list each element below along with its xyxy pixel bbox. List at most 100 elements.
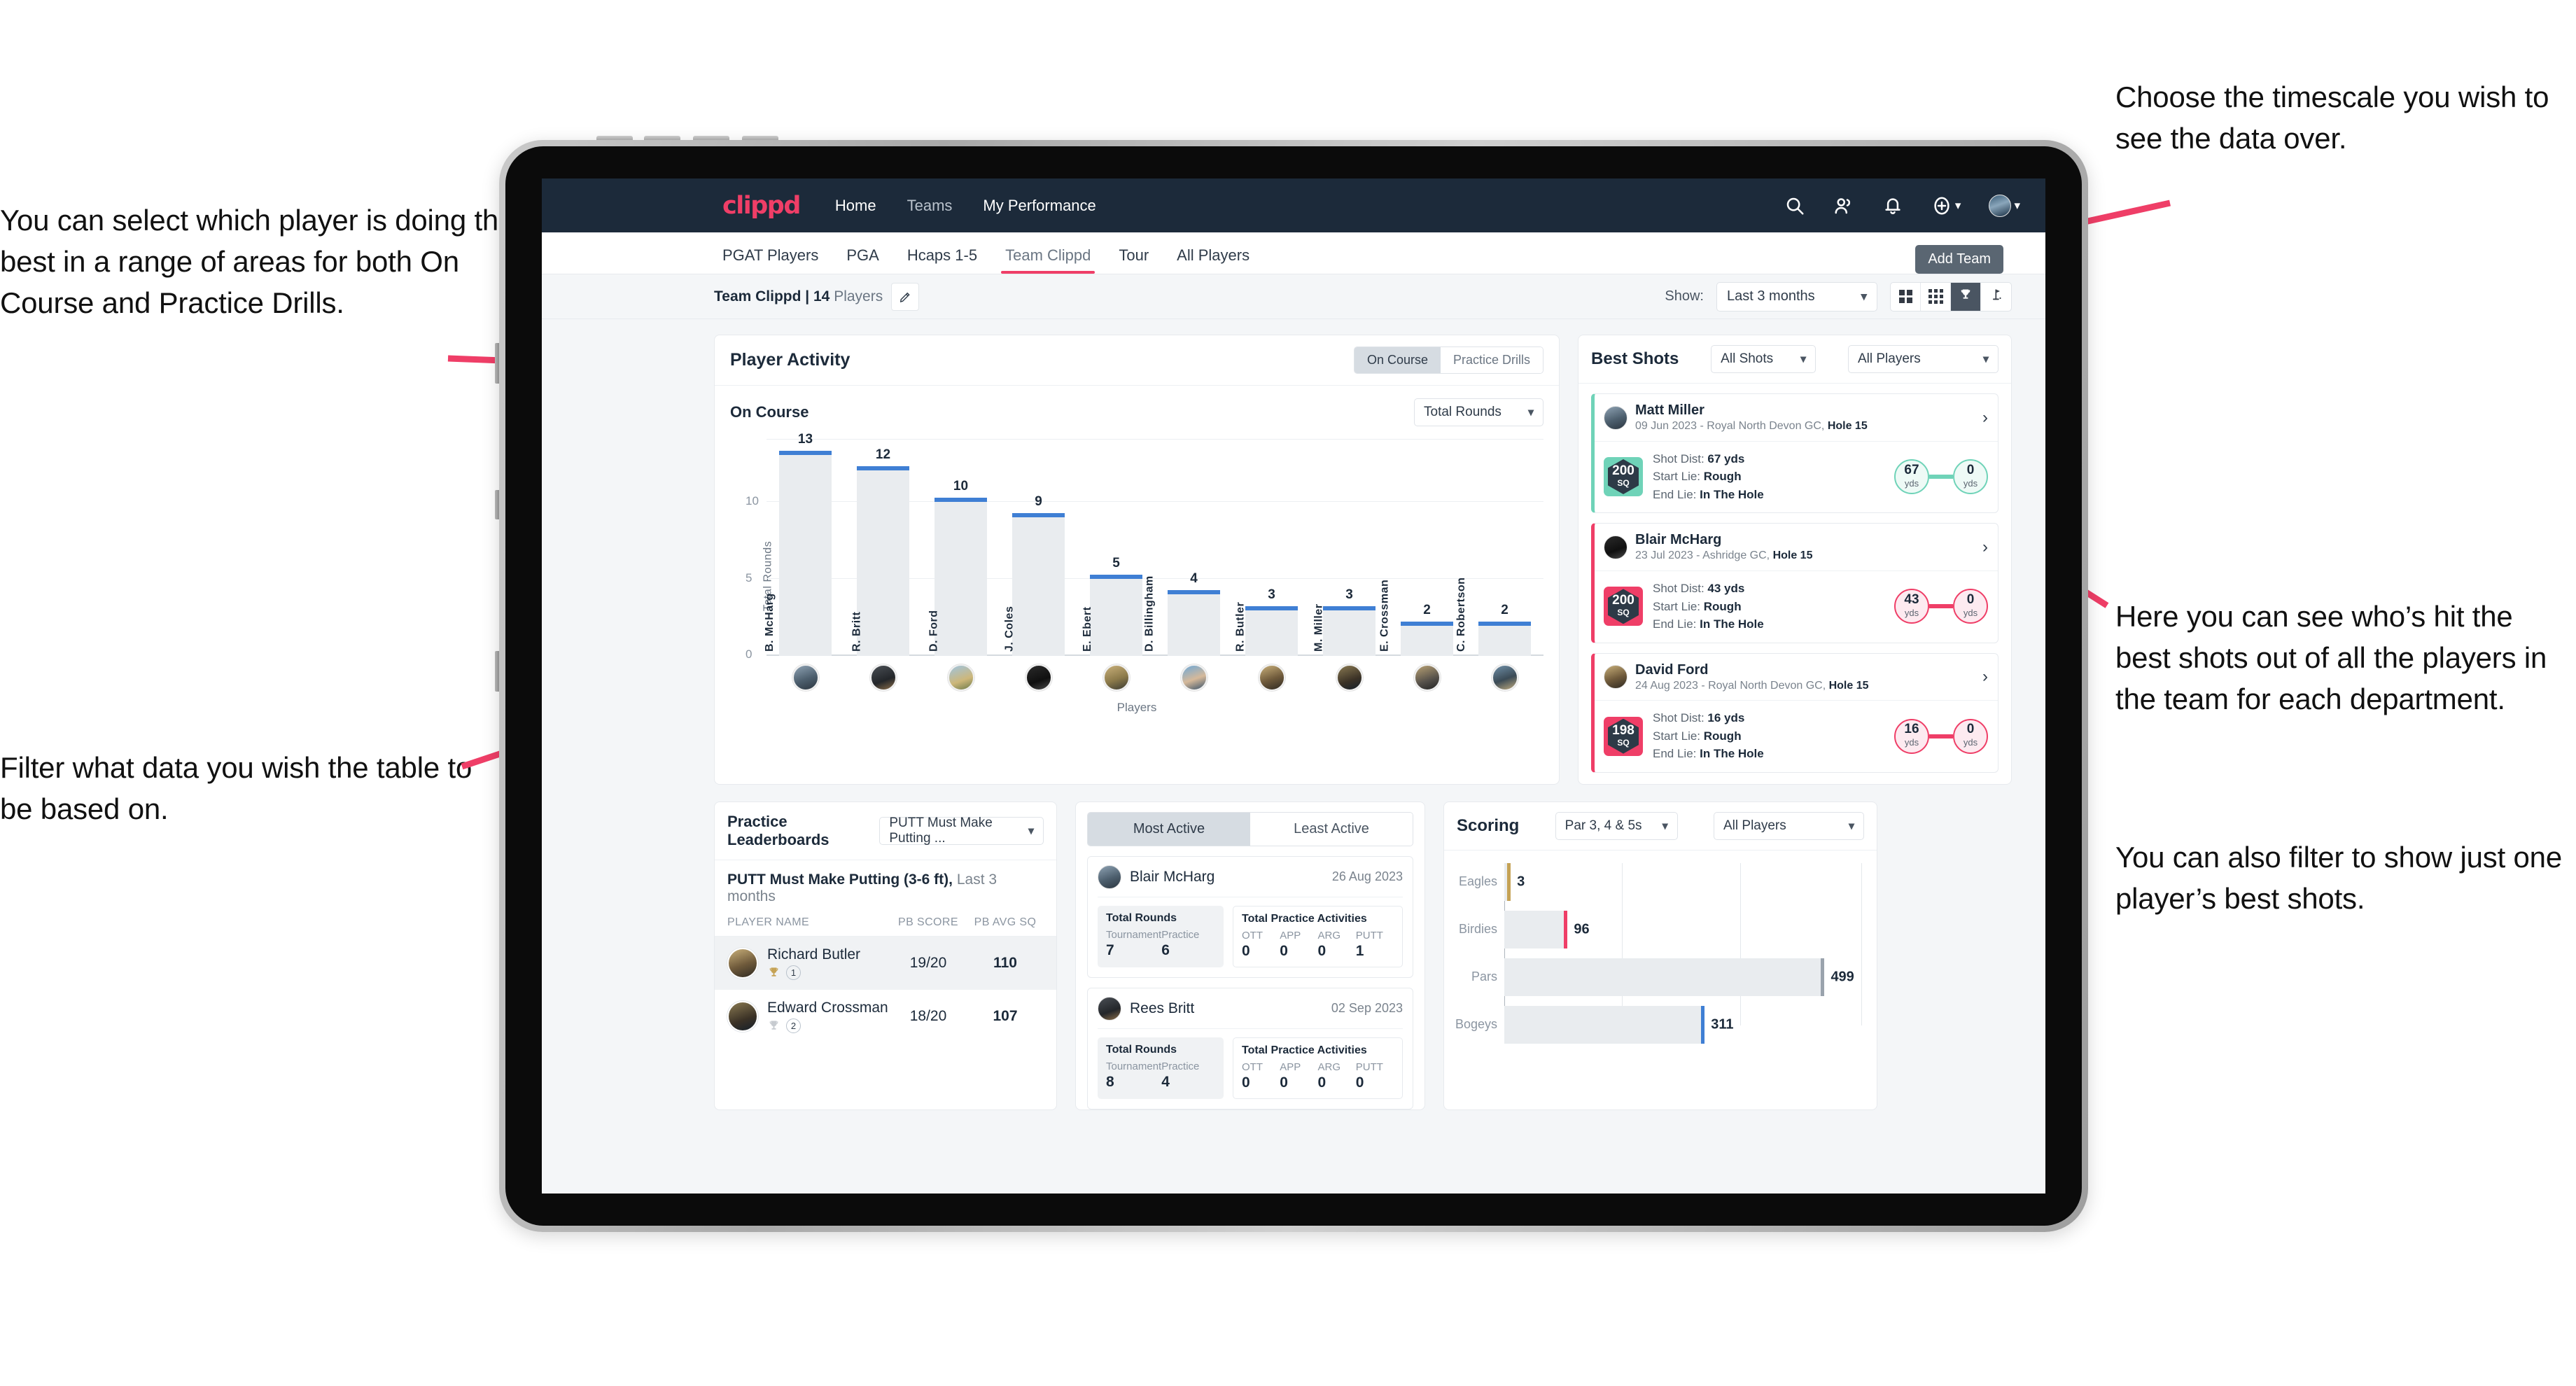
player-name: Richard Butler xyxy=(767,946,861,962)
view-grid-3x3-button[interactable] xyxy=(1921,282,1951,311)
tab-team-clippd[interactable]: Team Clippd xyxy=(1001,246,1096,274)
avatar[interactable] xyxy=(1989,194,2012,217)
view-flag-button[interactable] xyxy=(1981,283,2011,311)
create-menu[interactable]: ▾ xyxy=(1931,195,1961,216)
tab-tour[interactable]: Tour xyxy=(1119,246,1149,274)
val-arg: 0 xyxy=(1317,942,1326,959)
timescale-select[interactable]: Last 3 months ▾ xyxy=(1716,281,1877,312)
tab-hcaps-1-5[interactable]: Hcaps 1-5 xyxy=(907,246,977,274)
table-row[interactable]: Edward Crossman 2 18/20 107 xyxy=(715,990,1056,1043)
tab-all-players[interactable]: All Players xyxy=(1177,246,1250,274)
best-shot-header: David Ford 24 Aug 2023 - Royal North Devo… xyxy=(1595,654,1998,701)
nav-link-home[interactable]: Home xyxy=(835,197,876,215)
bar: E. Crossman xyxy=(1378,580,1454,656)
plus-circle-icon[interactable] xyxy=(1931,195,1952,216)
app-screen: clippd Home Teams My Performance ▾ ▾ PGA… xyxy=(542,178,2045,1194)
player-name: Blair McHarg xyxy=(1130,868,1215,885)
view-grid-2x2-button[interactable] xyxy=(1891,282,1921,311)
shot-hole: Hole 15 xyxy=(1772,550,1813,562)
shot-filter-value: All Shots xyxy=(1721,351,1774,366)
avatar[interactable] xyxy=(1491,664,1518,691)
label-start-lie: Start Lie: xyxy=(1653,470,1704,484)
end-distance-value: 0 xyxy=(1966,592,1975,608)
chevron-right-icon[interactable]: › xyxy=(1982,408,1988,428)
avatar[interactable] xyxy=(869,664,897,691)
shot-connector xyxy=(1929,604,1953,609)
scoring-plot-area: Eagles 3 Birdies 96 Pars 499 Bogeys 311 xyxy=(1455,862,1862,1044)
scoring-par-filter[interactable]: Par 3, 4 & 5s ▾ xyxy=(1555,811,1678,840)
drill-select[interactable]: PUTT Must Make Putting ... ▾ xyxy=(879,816,1044,846)
scoring-category-label: Pars xyxy=(1471,969,1497,984)
tab-least-active[interactable]: Least Active xyxy=(1250,812,1413,846)
dashboard-content: Player Activity On Course Practice Drill… xyxy=(542,319,2045,1110)
best-shot-body: 200 SQ Shot Dist: 67 yds Start Lie: Rough En… xyxy=(1595,442,1998,512)
key-ott: OTT xyxy=(1242,1060,1263,1073)
best-shot-card[interactable]: David Ford 24 Aug 2023 - Royal North Devo… xyxy=(1591,652,1998,773)
leaderboard-column-headers: PLAYER NAME PB SCORE PB AVG SQ xyxy=(715,913,1056,937)
avatar[interactable] xyxy=(1336,664,1363,691)
search-icon[interactable] xyxy=(1784,195,1805,216)
add-team-tooltip: Add Team xyxy=(1915,245,2003,274)
nav-link-my-performance[interactable]: My Performance xyxy=(983,197,1096,215)
bar: R. Butler xyxy=(1234,602,1298,656)
scoring-chart: Eagles 3 Birdies 96 Pars 499 Bogeys 311 xyxy=(1444,850,1877,1044)
list-item[interactable]: Rees Britt 02 Sep 2023 Total Rounds Tournam… xyxy=(1087,987,1413,1110)
shot-quality-value: 198 xyxy=(1612,722,1634,738)
metric-select[interactable]: Total Rounds ▾ xyxy=(1414,398,1544,426)
bar-value-label: 9 xyxy=(1035,493,1042,509)
chevron-right-icon[interactable]: › xyxy=(1982,538,1988,557)
label-end-lie: End Lie: xyxy=(1653,487,1700,501)
key-tournament: Tournament xyxy=(1106,928,1162,941)
shot-start-node: 67 yds xyxy=(1894,459,1929,495)
edit-team-button[interactable] xyxy=(891,282,920,311)
scoring-bar-row: Birdies 96 xyxy=(1459,910,1861,948)
avatar[interactable] xyxy=(947,664,974,691)
chevron-right-icon[interactable]: › xyxy=(1982,667,1988,687)
chart-bar-column: 12 R. Britt xyxy=(844,439,922,656)
tab-pga[interactable]: PGA xyxy=(846,246,878,274)
toggle-practice-drills[interactable]: Practice Drills xyxy=(1440,347,1543,373)
start-distance-unit: yds xyxy=(1904,608,1919,619)
account-menu[interactable]: ▾ xyxy=(1989,194,2020,217)
bar: D. Billingham xyxy=(1143,575,1221,656)
bar: R. Britt xyxy=(850,466,910,656)
player-name: Matt Miller xyxy=(1635,402,1704,418)
key-putt: PUTT xyxy=(1355,1060,1383,1073)
val-ott: 0 xyxy=(1242,1074,1250,1091)
avatar[interactable] xyxy=(792,664,819,691)
avatar[interactable] xyxy=(1180,664,1208,691)
y-tick-0: 0 xyxy=(746,648,752,661)
label-start-lie: Start Lie: xyxy=(1653,729,1704,743)
chevron-down-icon: ▾ xyxy=(1848,820,1854,832)
avatar[interactable] xyxy=(1102,664,1130,691)
bar-value-label: 4 xyxy=(1190,571,1198,587)
par-filter-value: Par 3, 4 & 5s xyxy=(1564,818,1642,833)
best-shot-card[interactable]: Matt Miller 09 Jun 2023 - Royal North Dev… xyxy=(1591,393,1998,514)
toggle-on-course[interactable]: On Course xyxy=(1354,347,1441,373)
table-row[interactable]: Richard Butler 1 19/20 110 xyxy=(715,936,1056,990)
tab-pgat-players[interactable]: PGAT Players xyxy=(722,246,818,274)
scoring-bar-row: Eagles 3 xyxy=(1459,862,1861,901)
list-item[interactable]: Blair McHarg 26 Aug 2023 Total Rounds Tourn… xyxy=(1087,855,1413,978)
chart-bar-column: 2 C. Robertson xyxy=(1455,439,1544,656)
chevron-down-icon: ▾ xyxy=(1028,825,1034,837)
bar-value-label: 2 xyxy=(1423,602,1431,617)
tab-most-active[interactable]: Most Active xyxy=(1088,812,1250,846)
best-shots-player-filter[interactable]: All Players ▾ xyxy=(1847,345,1998,373)
bar-category-label: J. Coles xyxy=(1002,606,1015,652)
nav-link-teams[interactable]: Teams xyxy=(907,197,953,215)
best-shot-card[interactable]: Blair McHarg 23 Jul 2023 - Ashridge GC, H… xyxy=(1591,523,1998,643)
view-trophy-button[interactable] xyxy=(1951,282,1981,311)
best-shots-shot-filter[interactable]: All Shots ▾ xyxy=(1711,345,1816,373)
avatar[interactable] xyxy=(1258,664,1285,691)
scoring-player-filter[interactable]: All Players ▾ xyxy=(1714,811,1864,840)
clippd-logo[interactable]: clippd xyxy=(722,192,801,220)
bell-icon[interactable] xyxy=(1882,195,1903,216)
pb-avg-sq: 110 xyxy=(993,954,1017,971)
team-player-count: 14 xyxy=(813,288,830,304)
chart-bar-column: 3 M. Miller xyxy=(1310,439,1388,656)
avatar[interactable] xyxy=(1025,664,1052,691)
people-icon[interactable] xyxy=(1833,195,1854,216)
chevron-down-icon: ▾ xyxy=(1861,289,1867,303)
avatar[interactable] xyxy=(1413,664,1441,691)
